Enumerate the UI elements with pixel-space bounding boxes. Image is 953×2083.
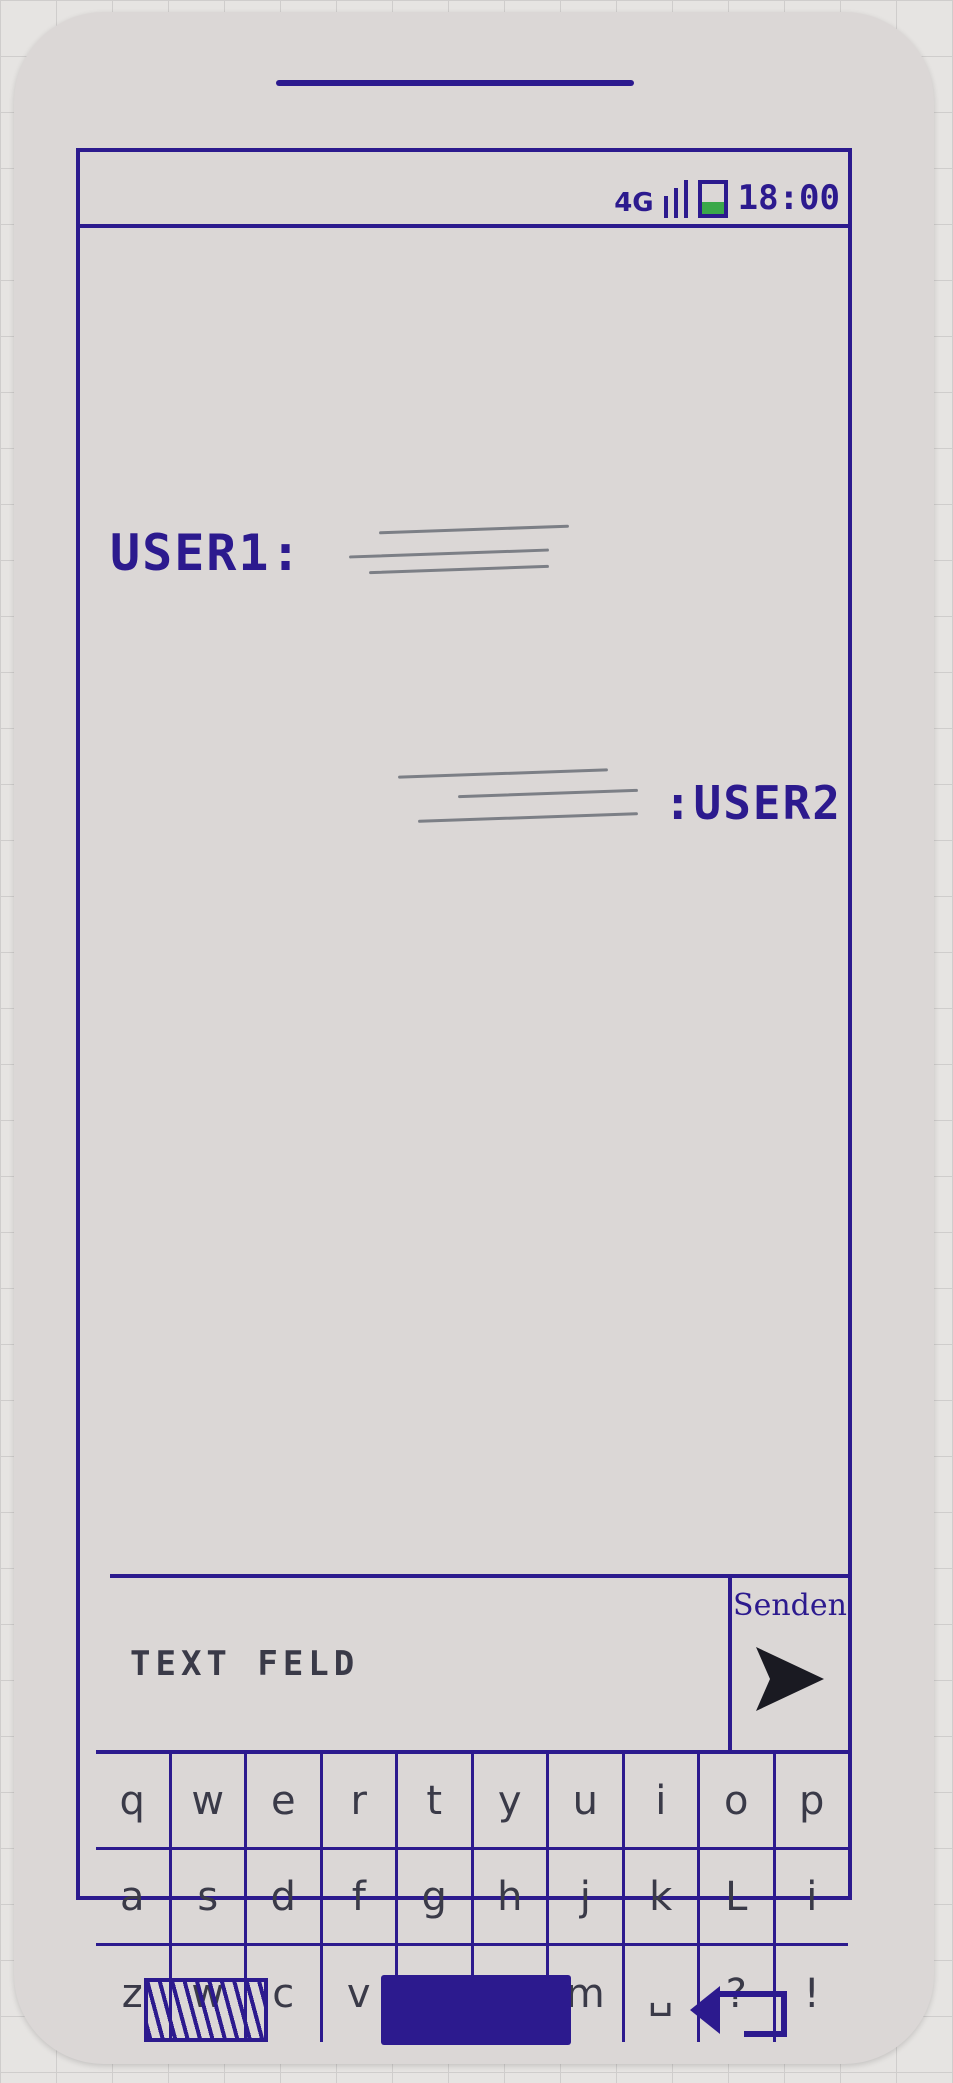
key-y[interactable]: y bbox=[474, 1754, 549, 1847]
battery-icon bbox=[697, 180, 728, 218]
key-t[interactable]: t bbox=[398, 1754, 474, 1847]
keyboard-row: a s d f g h j k L i bbox=[96, 1850, 848, 1946]
status-bar: 4G 18:00 bbox=[80, 152, 848, 228]
key-e[interactable]: e bbox=[247, 1754, 323, 1847]
key-w[interactable]: w bbox=[172, 1754, 247, 1847]
key-g[interactable]: g bbox=[398, 1850, 474, 1943]
key-f[interactable]: f bbox=[323, 1850, 398, 1943]
status-time: 18:00 bbox=[737, 178, 840, 218]
signal-type-label: 4G bbox=[614, 188, 654, 218]
signal-bars-icon bbox=[663, 178, 688, 218]
key-a[interactable]: a bbox=[96, 1850, 172, 1943]
navigation-bar bbox=[144, 1970, 794, 2050]
key-i[interactable]: i bbox=[625, 1754, 700, 1847]
key-o[interactable]: o bbox=[700, 1754, 776, 1847]
recent-apps-icon[interactable] bbox=[144, 1978, 268, 2042]
send-button[interactable]: Senden bbox=[728, 1578, 848, 1750]
message-user2: :USER2 bbox=[372, 768, 842, 838]
key-p[interactable]: p bbox=[776, 1754, 849, 1847]
message-sender: :USER2 bbox=[663, 776, 842, 830]
key-j[interactable]: j bbox=[549, 1850, 625, 1943]
message-text-field[interactable]: TEXT FELD bbox=[110, 1578, 728, 1750]
key-h[interactable]: h bbox=[474, 1850, 549, 1943]
message-user1: USER1: bbox=[110, 518, 595, 588]
key-l[interactable]: L bbox=[700, 1850, 776, 1943]
phone-sketch: 4G 18:00 USER1::USER2 TEXT FELD Senden … bbox=[14, 12, 934, 2064]
key-s[interactable]: s bbox=[172, 1850, 247, 1943]
keyboard-row: q w e r t y u i o p bbox=[96, 1754, 848, 1850]
key-q[interactable]: q bbox=[96, 1754, 172, 1847]
home-icon[interactable] bbox=[381, 1975, 571, 2045]
send-arrow-icon bbox=[756, 1647, 824, 1711]
input-area: TEXT FELD Senden bbox=[110, 1574, 848, 1750]
key-r[interactable]: r bbox=[323, 1754, 398, 1847]
back-icon[interactable] bbox=[684, 1978, 794, 2042]
message-text-placeholder bbox=[397, 768, 638, 838]
screen: 4G 18:00 USER1::USER2 TEXT FELD Senden … bbox=[76, 148, 852, 2042]
key-d[interactable]: d bbox=[247, 1850, 323, 1943]
send-label: Senden bbox=[733, 1588, 847, 1623]
chat-area[interactable]: USER1: :USER2 bbox=[80, 228, 848, 1568]
key-i[interactable]: i bbox=[776, 1850, 849, 1943]
message-text-placeholder bbox=[329, 518, 569, 588]
message-sender: USER1: bbox=[110, 524, 303, 582]
speaker-slot bbox=[276, 80, 634, 86]
key-u[interactable]: u bbox=[549, 1754, 625, 1847]
key-k[interactable]: k bbox=[625, 1850, 700, 1943]
